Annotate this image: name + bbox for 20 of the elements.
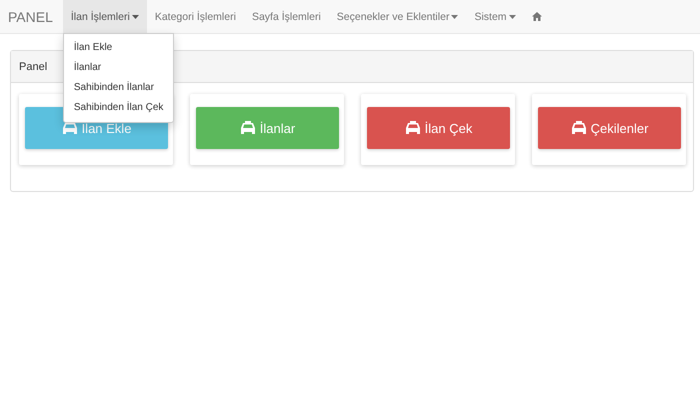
menu-item[interactable]: Sahibinden İlanlar (64, 78, 174, 98)
tile-button[interactable]: İlanlar (196, 107, 339, 149)
car-icon (240, 121, 256, 135)
dropdown-toggle[interactable]: Sistem (466, 0, 524, 33)
caret-icon (508, 14, 516, 18)
home-icon (532, 12, 542, 21)
menu-item[interactable]: İlanlar (64, 58, 174, 78)
caret-icon (451, 14, 458, 18)
brand-link[interactable]: PANEL (0, 0, 63, 33)
car-icon (404, 121, 421, 135)
car-icon (570, 121, 587, 135)
dropdown-toggle[interactable]: Seçenekler ve Eklentiler (328, 0, 466, 33)
panel-title: Panel (19, 60, 48, 72)
nav-link[interactable]: Kategori İşlemleri (146, 0, 244, 33)
tile-button[interactable]: İlan Çek (367, 107, 510, 149)
dropdown-toggle[interactable]: İlan İşlemleri (62, 0, 147, 33)
menu-item[interactable]: İlan Ekle (64, 38, 174, 58)
tile-button[interactable]: Çekilenler (538, 107, 681, 149)
nav-link[interactable]: Sayfa İşlemleri (244, 0, 329, 33)
caret-icon (132, 14, 139, 18)
